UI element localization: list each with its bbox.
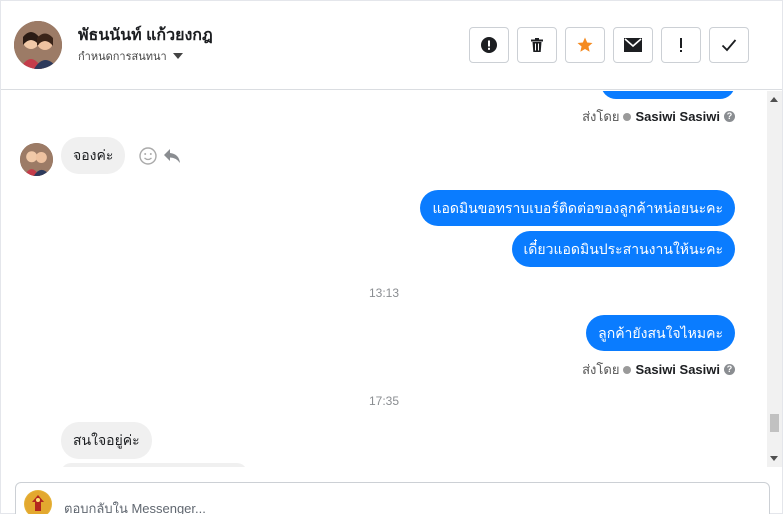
message-bubble-outgoing[interactable]: เดี๋ยวแอดมินประสานงานให้นะคะ [511, 231, 735, 267]
star-button[interactable] [565, 27, 605, 63]
message-bubble-outgoing-partial[interactable] [601, 91, 735, 99]
mark-spam-button[interactable] [469, 27, 509, 63]
mark-done-button[interactable] [709, 27, 749, 63]
help-icon[interactable]: ? [724, 364, 735, 375]
sender-name: Sasiwi Sasiwi [635, 362, 720, 377]
message-actions [139, 147, 181, 165]
reply-composer[interactable]: ตอบกลับใน Messenger... [15, 482, 770, 514]
sender-dot-icon [623, 112, 632, 121]
timestamp-divider: 17:35 [368, 394, 400, 408]
reply-input[interactable]: ตอบกลับใน Messenger... [64, 498, 206, 514]
timestamp-divider: 13:13 [368, 286, 400, 300]
message-bubble-incoming[interactable]: จองค่ะ [61, 137, 126, 174]
message-bubble-incoming[interactable]: สนใจอยู่ค่ะ [61, 422, 152, 459]
scroll-down-icon[interactable] [770, 456, 778, 461]
message-bubble-outgoing[interactable]: แอดมินขอทราบเบอร์ติดต่อของลูกค้าหน่อยนะค… [420, 190, 735, 226]
check-icon [721, 39, 737, 52]
conversation-status-label: กำหนดการสนทนา [78, 51, 167, 63]
reply-icon[interactable] [163, 148, 181, 164]
delete-button[interactable] [517, 27, 557, 63]
star-icon [577, 37, 593, 52]
page-logo-avatar [24, 490, 52, 514]
sent-by-line: ส่งโดย Sasiwi Sasiwi ? [582, 106, 735, 127]
conversation-header: พัธนนันท์ แก้วยงกฎ กำหนดการสนทนา [1, 1, 782, 90]
smiley-icon[interactable] [139, 147, 157, 165]
help-icon[interactable]: ? [724, 111, 735, 122]
mark-unread-button[interactable] [613, 27, 653, 63]
envelope-icon [624, 38, 642, 52]
sent-by-line: ส่งโดย Sasiwi Sasiwi ? [582, 359, 735, 380]
trash-icon [531, 38, 543, 52]
message-thread[interactable]: ส่งโดย Sasiwi Sasiwi ? จองค่ะ แอดมินขอทร… [1, 91, 767, 467]
messenger-conversation-panel: พัธนนันท์ แก้วยงกฎ กำหนดการสนทนา ส่งโดย [0, 0, 783, 514]
message-bubble-outgoing[interactable]: ลูกค้ายังสนใจไหมคะ [586, 315, 735, 351]
exclamation-icon [680, 38, 682, 52]
follow-up-button[interactable] [661, 27, 701, 63]
caret-down-icon [172, 53, 183, 59]
contact-name[interactable]: พัธนนันท์ แก้วยงกฎ [78, 23, 213, 48]
message-bubble-incoming-partial[interactable] [61, 463, 247, 467]
scroll-up-icon[interactable] [770, 97, 778, 102]
sender-name: Sasiwi Sasiwi [635, 109, 720, 124]
conversation-status-dropdown[interactable]: กำหนดการสนทนา [78, 47, 183, 65]
contact-avatar[interactable] [14, 21, 62, 69]
thread-scrollbar[interactable] [767, 91, 782, 467]
scrollbar-thumb[interactable] [770, 414, 779, 432]
exclamation-circle-icon [481, 37, 497, 53]
sender-dot-icon [623, 365, 632, 374]
contact-avatar-small [20, 143, 53, 176]
